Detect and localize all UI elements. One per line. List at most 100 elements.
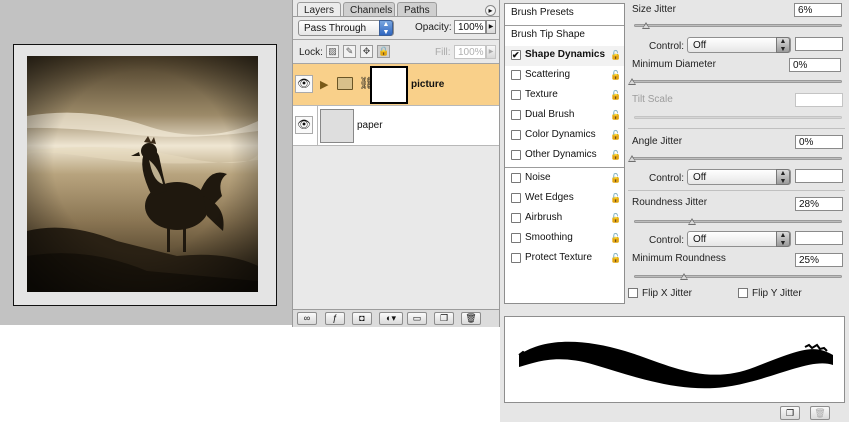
add-mask-icon[interactable]: ◘ xyxy=(352,312,372,325)
list-item-brush-presets[interactable]: Brush Presets xyxy=(505,4,624,24)
list-item-airbrush[interactable]: Airbrush 🔓 xyxy=(505,209,624,229)
new-layer-icon[interactable]: ❐ xyxy=(434,312,454,325)
opacity-slider-arrow-icon[interactable]: ▶ xyxy=(486,20,496,34)
lock-icon[interactable]: 🔓 xyxy=(610,49,621,61)
list-item-protect-texture[interactable]: Protect Texture 🔓 xyxy=(505,249,624,269)
checkbox-icon[interactable] xyxy=(511,213,521,223)
layer-mask-thumbnail[interactable] xyxy=(370,66,408,104)
link-layers-icon[interactable]: ∞ xyxy=(297,312,317,325)
lock-image-brush-icon[interactable]: ✎ xyxy=(343,45,356,58)
lock-icon[interactable]: 🔓 xyxy=(610,109,621,121)
layer-row-picture[interactable]: 👁 ▶ ⛓ picture xyxy=(293,64,499,106)
checkbox-icon[interactable] xyxy=(511,150,521,160)
list-item-wet-edges[interactable]: Wet Edges 🔓 xyxy=(505,189,624,209)
angle-jitter-field[interactable]: 0% xyxy=(795,135,843,149)
list-item-texture[interactable]: Texture 🔓 xyxy=(505,86,624,106)
document-canvas-area[interactable] xyxy=(0,0,292,325)
panel-menu-arrow-icon[interactable]: ▸ xyxy=(485,5,496,16)
checkbox-icon[interactable] xyxy=(511,193,521,203)
list-item-label: Smoothing xyxy=(525,232,573,243)
flip-x-jitter-checkbox[interactable] xyxy=(628,288,638,298)
list-item-brush-tip-shape[interactable]: Brush Tip Shape xyxy=(505,26,624,46)
list-item-dual-brush[interactable]: Dual Brush 🔓 xyxy=(505,106,624,126)
fill-slider-arrow-icon[interactable]: ▶ xyxy=(486,45,496,59)
minimum-roundness-field[interactable]: 25% xyxy=(795,253,843,267)
new-group-folder-icon[interactable]: ▭ xyxy=(407,312,427,325)
roundness-jitter-field[interactable]: 28% xyxy=(795,197,843,211)
roundness-jitter-slider[interactable] xyxy=(634,220,842,223)
size-control-extra-field[interactable] xyxy=(795,37,843,51)
delete-brush-trash-icon[interactable]: 🗑 xyxy=(810,406,830,420)
size-jitter-slider-thumb[interactable] xyxy=(642,22,650,29)
checkbox-icon[interactable] xyxy=(511,233,521,243)
checkbox-icon[interactable] xyxy=(511,70,521,80)
checkbox-icon[interactable] xyxy=(511,253,521,263)
checkbox-icon[interactable] xyxy=(511,130,521,140)
lock-icon[interactable]: 🔓 xyxy=(610,89,621,101)
layer-row-paper[interactable]: 👁 paper xyxy=(293,106,499,146)
lock-icon[interactable]: 🔓 xyxy=(610,69,621,81)
angle-control-label: Control: xyxy=(649,173,685,184)
size-jitter-field[interactable]: 6% xyxy=(794,3,842,17)
checkbox-checked-icon[interactable]: ✔ xyxy=(511,50,521,60)
roundness-control-extra-field[interactable] xyxy=(795,231,843,245)
minimum-roundness-slider-thumb[interactable] xyxy=(680,273,688,280)
flip-y-jitter-checkbox[interactable] xyxy=(738,288,748,298)
checkbox-icon[interactable] xyxy=(511,173,521,183)
adjustment-layer-icon[interactable]: ◐▾ xyxy=(379,312,403,325)
brushes-panel: Brush Presets Brush Tip Shape ✔ Shape Dy… xyxy=(500,0,849,422)
list-item-noise[interactable]: Noise 🔓 xyxy=(505,169,624,189)
layer-name-paper[interactable]: paper xyxy=(357,120,383,131)
tab-paths[interactable]: Paths xyxy=(397,2,437,17)
lock-all-padlock-icon[interactable]: 🔒 xyxy=(377,45,390,58)
tab-layers-label: Layers xyxy=(304,5,335,16)
lock-icon[interactable]: 🔓 xyxy=(610,252,621,264)
blend-mode-select[interactable]: Pass Through ▲ ▼ xyxy=(298,20,394,36)
lock-icon[interactable]: 🔓 xyxy=(610,232,621,244)
minimum-diameter-slider-thumb[interactable] xyxy=(628,78,636,85)
list-item-other-dynamics[interactable]: Other Dynamics 🔓 xyxy=(505,146,624,166)
tab-channels[interactable]: Channels xyxy=(343,2,395,17)
rooster-photo xyxy=(27,56,258,292)
lock-icon[interactable]: 🔓 xyxy=(610,212,621,224)
list-item-shape-dynamics[interactable]: ✔ Shape Dynamics 🔓 xyxy=(505,46,624,66)
tilt-scale-field[interactable] xyxy=(795,93,843,107)
delete-layer-trash-icon[interactable]: 🗑 xyxy=(461,312,481,325)
minimum-diameter-slider[interactable] xyxy=(632,80,842,83)
minimum-diameter-field[interactable]: 0% xyxy=(789,58,841,72)
opacity-field[interactable]: 100% xyxy=(454,20,486,34)
tab-layers[interactable]: Layers xyxy=(297,2,341,17)
create-new-brush-icon[interactable]: ❐ xyxy=(780,406,800,420)
angle-control-extra-field[interactable] xyxy=(795,169,843,183)
lock-icon[interactable]: 🔓 xyxy=(610,172,621,184)
lock-position-move-icon[interactable]: ✥ xyxy=(360,45,373,58)
minimum-roundness-slider[interactable] xyxy=(634,275,842,278)
roundness-jitter-label: Roundness Jitter xyxy=(632,197,708,208)
layer-thumbnail-paper[interactable] xyxy=(320,109,354,143)
visibility-eye-icon[interactable]: 👁 xyxy=(295,75,313,93)
fill-field[interactable]: 100% xyxy=(454,45,486,59)
lock-icon[interactable]: 🔓 xyxy=(610,129,621,141)
list-item-scattering[interactable]: Scattering 🔓 xyxy=(505,66,624,86)
list-item-color-dynamics[interactable]: Color Dynamics 🔓 xyxy=(505,126,624,146)
group-expand-triangle-icon[interactable]: ▶ xyxy=(320,78,328,91)
lock-transparent-icon[interactable]: ▨ xyxy=(326,45,339,58)
size-jitter-slider[interactable] xyxy=(634,24,842,27)
angle-jitter-slider[interactable] xyxy=(632,157,842,160)
layer-style-fx-icon[interactable]: ƒ xyxy=(325,312,345,325)
lock-icon[interactable]: 🔓 xyxy=(610,149,621,161)
checkbox-icon[interactable] xyxy=(511,90,521,100)
roundness-control-select[interactable]: Off ▲ ▼ xyxy=(687,231,791,247)
roundness-jitter-slider-thumb[interactable] xyxy=(688,218,696,225)
visibility-eye-icon[interactable]: 👁 xyxy=(295,116,313,134)
angle-control-select[interactable]: Off ▲ ▼ xyxy=(687,169,791,185)
size-control-select[interactable]: Off ▲ ▼ xyxy=(687,37,791,53)
angle-jitter-slider-thumb[interactable] xyxy=(628,155,636,162)
lock-icon[interactable]: 🔓 xyxy=(610,192,621,204)
select-arrows-icon: ▲ ▼ xyxy=(776,37,790,53)
checkbox-icon[interactable] xyxy=(511,110,521,120)
document-window[interactable] xyxy=(13,44,277,306)
list-item-smoothing[interactable]: Smoothing 🔓 xyxy=(505,229,624,249)
layer-name-picture[interactable]: picture xyxy=(411,79,444,90)
list-item-label: Scattering xyxy=(525,69,571,80)
